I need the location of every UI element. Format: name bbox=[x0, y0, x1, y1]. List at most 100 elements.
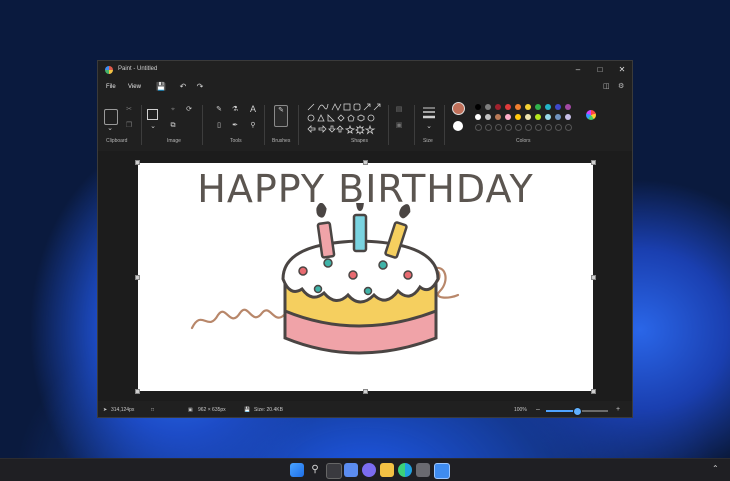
canvas-area: HAPPY BIRTHDAY bbox=[98, 151, 632, 401]
resize-handle[interactable] bbox=[135, 160, 140, 165]
ribbon-separator bbox=[264, 105, 265, 145]
paint-app-icon bbox=[105, 66, 113, 74]
color-swatch[interactable] bbox=[525, 104, 531, 110]
empty-color-slot[interactable] bbox=[565, 124, 572, 131]
close-icon[interactable]: ✕ bbox=[612, 63, 632, 77]
text-icon[interactable]: A bbox=[248, 104, 258, 114]
ribbon-separator bbox=[388, 105, 389, 145]
color-swatch[interactable] bbox=[545, 104, 551, 110]
settings-icon[interactable]: ⚙ bbox=[618, 82, 624, 90]
resize-handle[interactable] bbox=[591, 389, 596, 394]
file-explorer-icon[interactable] bbox=[380, 463, 394, 477]
zoom-in-icon[interactable]: + bbox=[616, 406, 620, 413]
empty-color-slot[interactable] bbox=[475, 124, 482, 131]
search-icon[interactable]: ⚲ bbox=[308, 463, 322, 477]
copy-icon[interactable]: ❐ bbox=[124, 121, 134, 131]
resize-handle[interactable] bbox=[591, 160, 596, 165]
layers-icon[interactable]: ◫ bbox=[603, 82, 610, 90]
file-size: Size: 20.4KB bbox=[254, 407, 283, 413]
cursor-position: 314,124px bbox=[111, 407, 135, 413]
empty-color-slot[interactable] bbox=[495, 124, 502, 131]
empty-color-slot[interactable] bbox=[525, 124, 532, 131]
zoom-out-icon[interactable]: – bbox=[536, 406, 540, 413]
store-icon[interactable] bbox=[416, 463, 430, 477]
paint-taskbar-icon[interactable] bbox=[434, 463, 450, 479]
color-swatch[interactable] bbox=[535, 114, 541, 120]
zoom-slider[interactable] bbox=[546, 407, 608, 416]
color-swatch[interactable] bbox=[475, 104, 481, 110]
empty-color-slot[interactable] bbox=[515, 124, 522, 131]
color-swatch[interactable] bbox=[535, 104, 541, 110]
resize-handle[interactable] bbox=[135, 275, 140, 280]
magnifier-icon[interactable]: ⚲ bbox=[248, 121, 258, 131]
fill-icon[interactable]: ⚗ bbox=[230, 105, 240, 115]
paste-dropdown-icon[interactable]: ⌄ bbox=[105, 124, 115, 134]
select-dropdown-icon[interactable]: ⌄ bbox=[148, 122, 158, 132]
edge-icon[interactable] bbox=[398, 463, 412, 477]
size-dropdown-icon[interactable]: ⌄ bbox=[424, 122, 434, 132]
eraser-icon[interactable]: ▯ bbox=[214, 121, 224, 131]
stroke-size-icon[interactable] bbox=[422, 106, 436, 122]
taskbar: ⚲ ⌃ bbox=[0, 458, 730, 481]
maximize-icon[interactable]: □ bbox=[590, 63, 610, 77]
color-swatch[interactable] bbox=[555, 114, 561, 120]
resize-icon[interactable]: ⧉ bbox=[168, 121, 178, 131]
minimize-icon[interactable]: – bbox=[568, 63, 588, 77]
color-swatch[interactable] bbox=[485, 104, 491, 110]
group-clipboard-label: Clipboard bbox=[106, 138, 128, 144]
shape-outline-icon[interactable]: ▤ bbox=[394, 105, 404, 115]
color-swatch[interactable] bbox=[565, 104, 571, 110]
empty-color-slot[interactable] bbox=[485, 124, 492, 131]
color-swatch[interactable] bbox=[505, 104, 511, 110]
current-color-swatch[interactable] bbox=[452, 102, 465, 115]
color-picker-icon[interactable]: ✒ bbox=[230, 121, 240, 131]
chat-icon[interactable] bbox=[362, 463, 376, 477]
color-swatch[interactable] bbox=[545, 114, 551, 120]
canvas-dimensions: 962 × 635px bbox=[198, 407, 226, 413]
widgets-icon[interactable] bbox=[344, 463, 358, 477]
secondary-color-swatch[interactable] bbox=[453, 121, 463, 131]
cursor-icon: ➤ bbox=[103, 407, 108, 413]
cut-icon[interactable]: ✂ bbox=[124, 105, 134, 115]
empty-color-slot[interactable] bbox=[505, 124, 512, 131]
shapes-gallery[interactable] bbox=[306, 102, 386, 136]
select-icon[interactable] bbox=[147, 109, 158, 120]
color-swatch[interactable] bbox=[475, 114, 481, 120]
color-swatch[interactable] bbox=[525, 114, 531, 120]
group-size-label: Size bbox=[423, 138, 433, 144]
menu-view[interactable]: View bbox=[128, 84, 141, 90]
rotate-icon[interactable]: ⟳ bbox=[184, 105, 194, 115]
shape-fill-icon[interactable]: ▣ bbox=[394, 121, 404, 131]
group-brushes-label: Brushes bbox=[272, 138, 291, 144]
empty-color-slot[interactable] bbox=[535, 124, 542, 131]
start-icon[interactable] bbox=[290, 463, 304, 477]
undo-icon[interactable]: ↶ bbox=[178, 82, 188, 92]
pencil-icon[interactable]: ✎ bbox=[214, 105, 224, 115]
zoom-slider-thumb[interactable] bbox=[573, 407, 582, 416]
menu-file[interactable]: File bbox=[106, 84, 116, 90]
resize-handle[interactable] bbox=[363, 160, 368, 165]
brushes-icon[interactable]: ✎ bbox=[274, 105, 288, 127]
color-swatch[interactable] bbox=[555, 104, 561, 110]
resize-handle[interactable] bbox=[135, 389, 140, 394]
task-view-icon[interactable] bbox=[326, 463, 342, 479]
color-swatch[interactable] bbox=[565, 114, 571, 120]
color-swatch[interactable] bbox=[495, 104, 501, 110]
color-swatch[interactable] bbox=[495, 114, 501, 120]
tray-chevron-icon[interactable]: ⌃ bbox=[712, 464, 719, 473]
paste-icon[interactable] bbox=[104, 109, 118, 125]
save-icon[interactable]: 💾 bbox=[156, 82, 166, 92]
drawing-canvas[interactable]: HAPPY BIRTHDAY bbox=[138, 163, 593, 391]
color-swatch[interactable] bbox=[515, 104, 521, 110]
redo-icon[interactable]: ↷ bbox=[195, 82, 205, 92]
empty-color-slot[interactable] bbox=[555, 124, 562, 131]
birthday-cake-drawing bbox=[190, 203, 460, 355]
edit-colors-icon[interactable] bbox=[586, 110, 596, 120]
resize-handle[interactable] bbox=[363, 389, 368, 394]
crop-icon[interactable]: ⌖ bbox=[168, 105, 178, 115]
resize-handle[interactable] bbox=[591, 275, 596, 280]
color-swatch[interactable] bbox=[485, 114, 491, 120]
color-swatch[interactable] bbox=[505, 114, 511, 120]
empty-color-slot[interactable] bbox=[545, 124, 552, 131]
color-swatch[interactable] bbox=[515, 114, 521, 120]
